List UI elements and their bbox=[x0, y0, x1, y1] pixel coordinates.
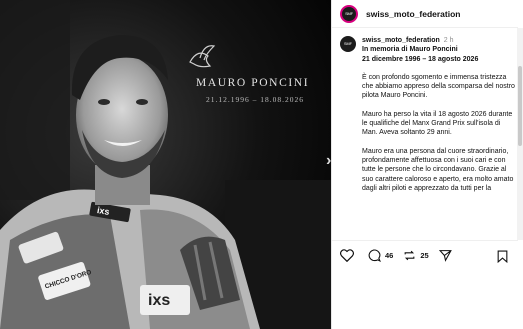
comment-button[interactable]: 46 bbox=[368, 249, 393, 262]
avatar-text: SMF bbox=[343, 42, 352, 46]
memorial-photo bbox=[0, 0, 331, 329]
caption-author[interactable]: swiss_moto_federation bbox=[362, 37, 440, 44]
likes-count: 46 bbox=[385, 251, 394, 260]
caption-title: In memoria di Mauro Poncini bbox=[362, 46, 458, 54]
instagram-post-viewer: MAURO PONCINI 21.12.1996 – 18.08.2026 ix… bbox=[0, 0, 523, 329]
caption-avatar[interactable]: SMF bbox=[340, 36, 356, 52]
caption-paragraph: Mauro era una persona dal cuore straordi… bbox=[362, 147, 514, 192]
suit-brand-logo: ixs bbox=[148, 292, 171, 309]
save-button[interactable] bbox=[497, 250, 508, 268]
repost-button[interactable]: 25 bbox=[403, 249, 429, 262]
memorial-dates: 21.12.1996 – 18.08.2026 bbox=[206, 95, 304, 104]
scrollbar-thumb[interactable] bbox=[518, 66, 522, 146]
memorial-name: MAURO PONCINI bbox=[196, 77, 310, 89]
caption-text: swiss_moto_federation 2 h In memoria di … bbox=[362, 36, 515, 193]
post-side-panel: SMF swiss_moto_federation SMF swiss_moto… bbox=[331, 0, 523, 329]
reposts-count: 25 bbox=[420, 251, 429, 260]
repost-icon bbox=[404, 250, 415, 261]
scrollbar[interactable] bbox=[517, 28, 523, 240]
share-button[interactable] bbox=[438, 249, 456, 262]
author-name[interactable]: swiss_moto_federation bbox=[366, 9, 460, 19]
bookmark-icon bbox=[497, 250, 508, 264]
caption-paragraph: È con profondo sgomento e immensa triste… bbox=[362, 73, 515, 100]
post-time: 2 h bbox=[443, 37, 454, 44]
suit-brand-logo: ixs bbox=[96, 204, 111, 218]
author-avatar[interactable]: SMF bbox=[340, 4, 358, 23]
caption-paragraph: Mauro ha perso la vita il 18 agosto 2026… bbox=[362, 110, 513, 137]
post-header: SMF swiss_moto_federation bbox=[332, 0, 518, 28]
heart-icon bbox=[340, 249, 354, 262]
send-icon bbox=[438, 250, 452, 262]
post-image[interactable]: MAURO PONCINI 21.12.1996 – 18.08.2026 ix… bbox=[0, 0, 331, 329]
caption-scroll-area[interactable]: SMF swiss_moto_federation 2 h In memoria… bbox=[332, 28, 518, 240]
caption-dates: 21 dicembre 1996 – 18 agosto 2026 bbox=[362, 55, 479, 63]
like-button[interactable] bbox=[340, 249, 358, 262]
action-bar: 46 25 bbox=[332, 240, 518, 270]
comment-icon bbox=[368, 249, 381, 262]
avatar-text: SMF bbox=[345, 11, 353, 16]
